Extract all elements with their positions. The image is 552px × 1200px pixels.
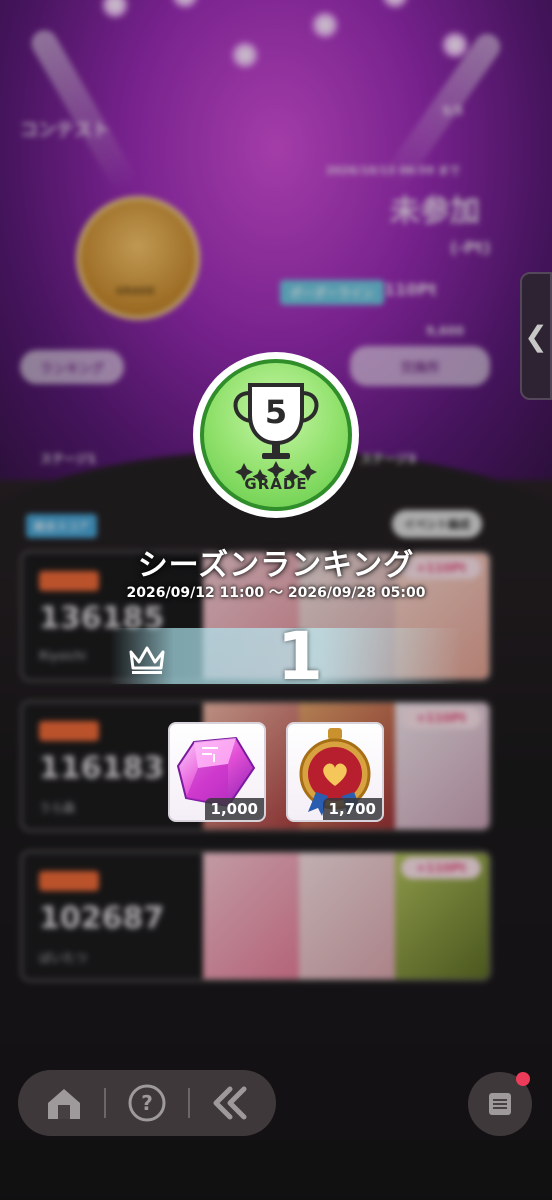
- reward-item-medal[interactable]: 1,700: [286, 722, 384, 822]
- help-button[interactable]: ?: [124, 1080, 170, 1126]
- season-ranking-title: シーズンランキング: [137, 548, 415, 583]
- grade-badge-inner: 5 GRADE: [200, 359, 352, 511]
- home-button[interactable]: [41, 1080, 87, 1126]
- season-period: 2026/09/12 11:00 ～ 2026/09/28 05:00: [126, 585, 426, 601]
- notification-dot: [516, 1072, 530, 1086]
- grade-label: GRADE: [244, 475, 308, 493]
- bottom-nav-bar: ?: [18, 1070, 276, 1136]
- nav-divider: [104, 1088, 107, 1118]
- reward-quantity: 1,700: [322, 798, 382, 820]
- rank-value: 1: [277, 618, 323, 695]
- reward-item-gems[interactable]: 1,000: [168, 722, 266, 822]
- grade-badge: 5 GRADE: [193, 352, 359, 518]
- reward-quantity: 1,000: [204, 798, 264, 820]
- grade-number: 5: [264, 393, 288, 431]
- home-icon: [47, 1089, 80, 1119]
- menu-button[interactable]: [468, 1072, 532, 1136]
- crown-icon: [129, 646, 165, 674]
- double-chevron-left-icon: [213, 1086, 247, 1120]
- back-button[interactable]: [207, 1080, 253, 1126]
- help-icon: ?: [128, 1084, 166, 1122]
- nav-divider: [187, 1088, 190, 1118]
- svg-text:?: ?: [141, 1091, 153, 1115]
- menu-icon: [489, 1093, 511, 1115]
